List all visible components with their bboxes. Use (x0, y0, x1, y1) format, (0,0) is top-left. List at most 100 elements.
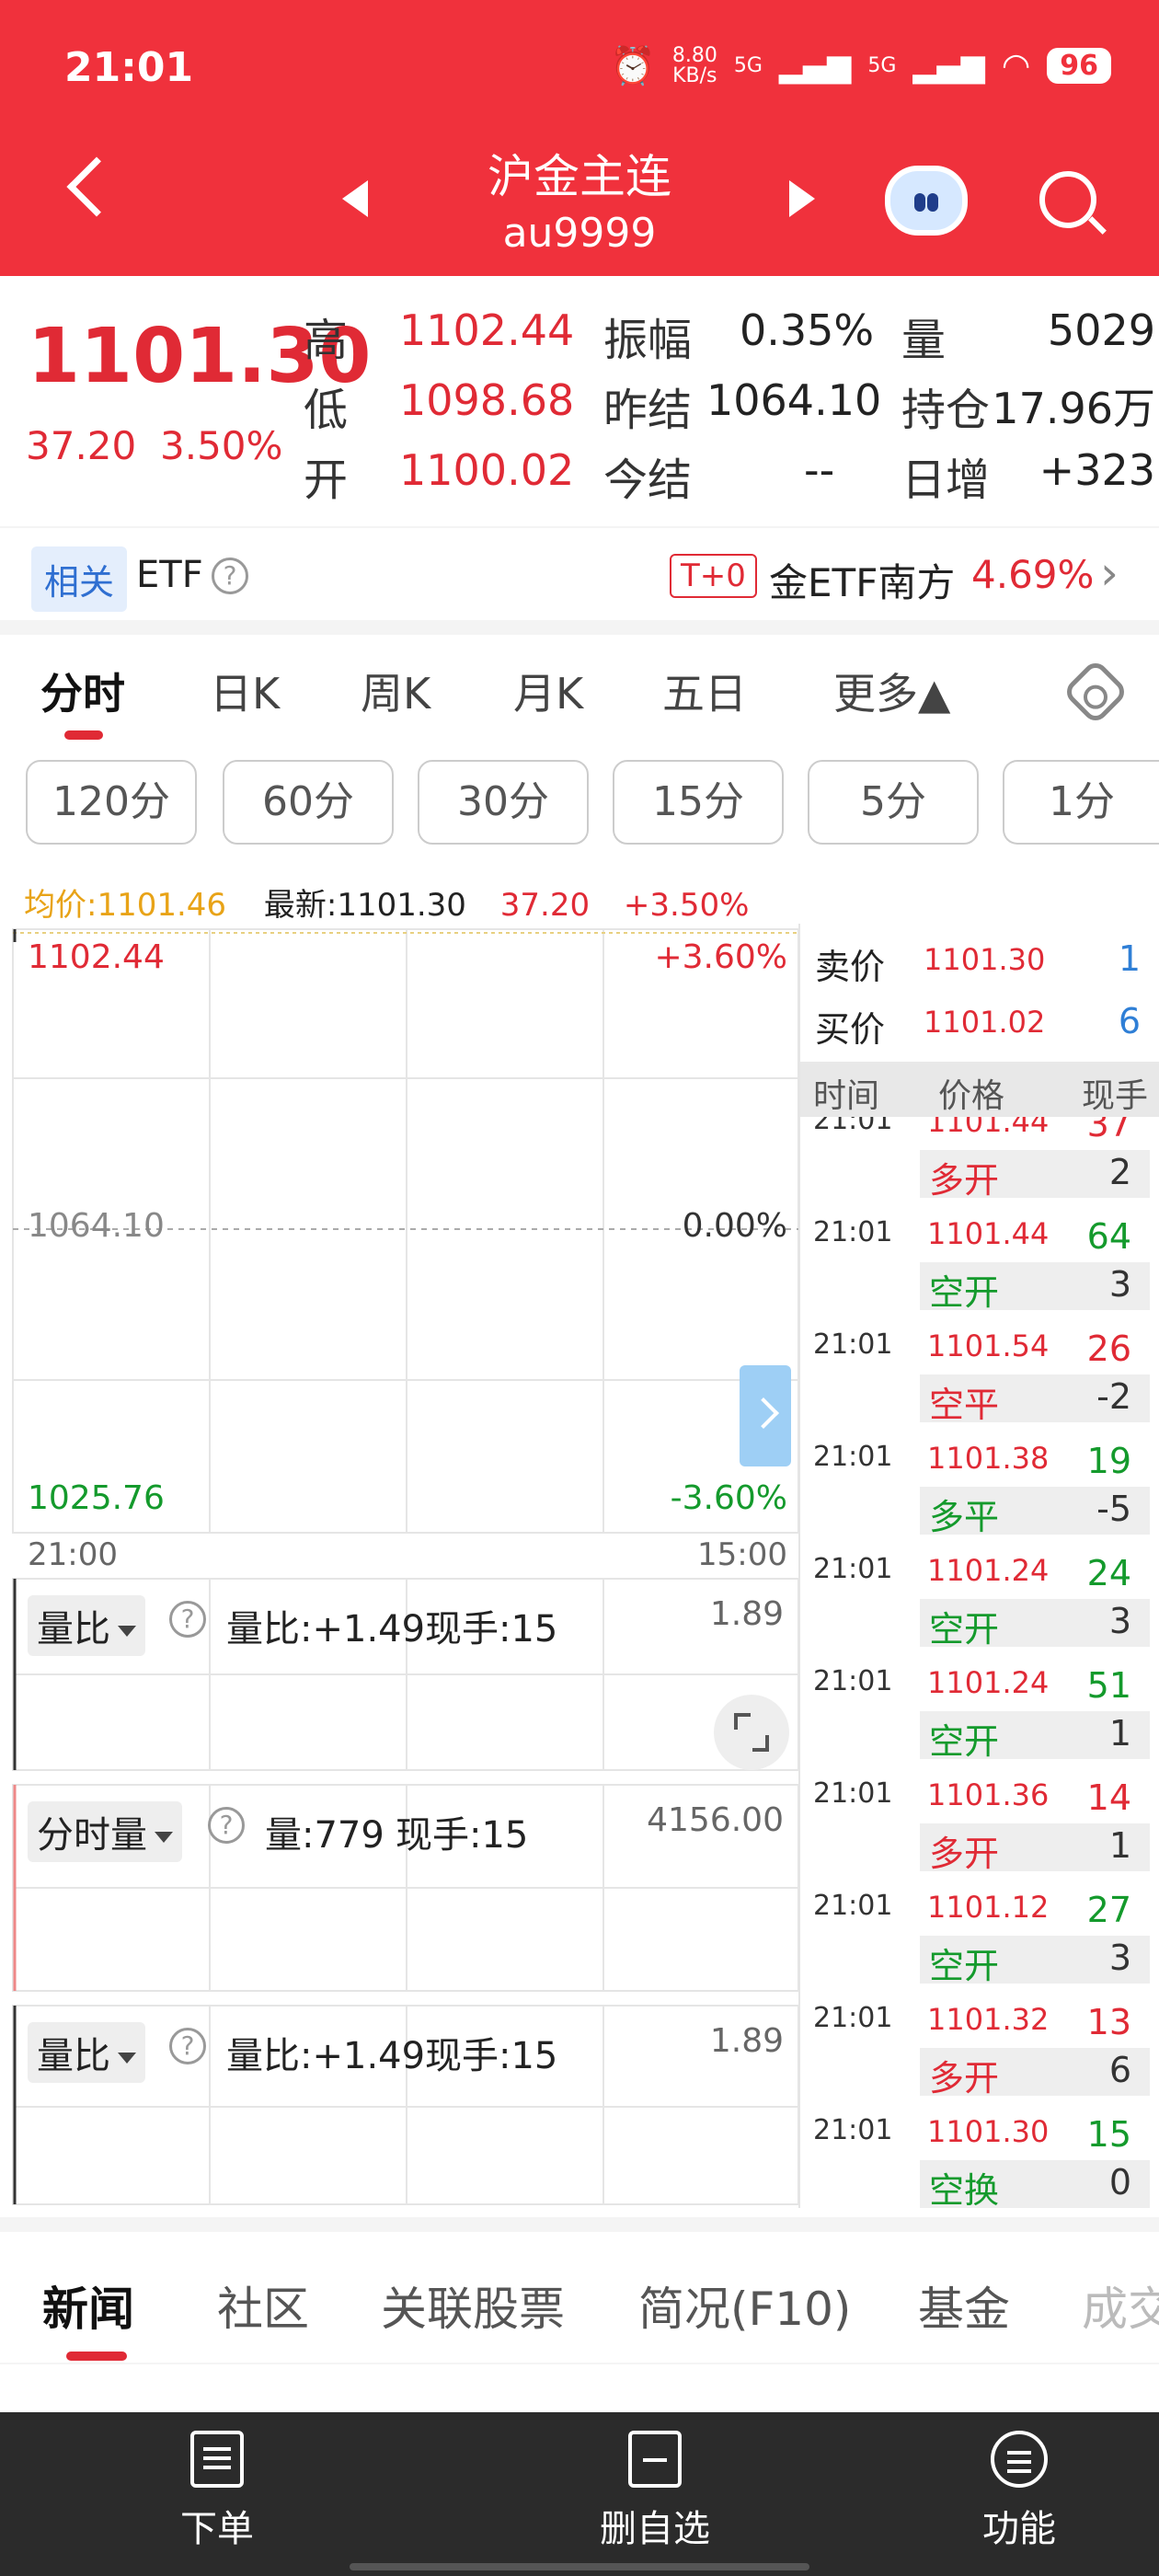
robot-assistant-icon[interactable] (885, 166, 968, 236)
order-button[interactable]: 下单 (107, 2431, 327, 2552)
tab-community[interactable]: 社区 (217, 2272, 309, 2339)
ind3-max: 1.89 (709, 2022, 784, 2060)
tick-volume: 51 (1086, 1665, 1131, 1706)
intraday-chart[interactable] (0, 920, 800, 2208)
tick-hand: 0 (1108, 2162, 1131, 2202)
tick-volume: 15 (1086, 2114, 1131, 2155)
tick-hand: 1 (1108, 1713, 1131, 1754)
interval-1m[interactable]: 1分 (1003, 760, 1159, 845)
tick-time: 21:01 (813, 1777, 893, 1810)
interval-60m[interactable]: 60分 (223, 760, 394, 845)
tick-row: 21:01 1101.24 24 空开 3 (800, 1553, 1150, 1665)
tick-type: 空换 (929, 2170, 1000, 2208)
tab-more[interactable]: 更多▲ (833, 661, 950, 721)
next-contract-icon[interactable] (789, 180, 815, 217)
signal-bars-icon-2: ▂▄▆ (912, 47, 985, 85)
tab-five-day[interactable]: 五日 (662, 661, 747, 721)
help-icon[interactable]: ? (212, 558, 248, 594)
related-tag: 相关 (31, 546, 128, 612)
signal-bars-icon: ▂▄▆ (778, 47, 852, 85)
high-label: 高 (304, 315, 349, 366)
ind2-select[interactable]: 分时量 (28, 1801, 182, 1862)
pct-axis-mid: 0.00% (682, 1207, 787, 1245)
back-icon[interactable] (66, 156, 127, 217)
etf-label: ETF (136, 554, 203, 596)
tick-hand: -2 (1096, 1376, 1131, 1417)
tab-active-underline (64, 730, 103, 740)
expand-panel-button[interactable] (740, 1365, 791, 1466)
net-speed: 8.80 KB/s (671, 43, 717, 87)
etf-pct: 4.69% (971, 552, 1095, 597)
tick-time: 21:01 (813, 2114, 893, 2146)
high-value: 1102.44 (399, 305, 575, 355)
related-etf-row[interactable]: 相关 ETF ? T+0 金ETF南方 4.69% › (0, 528, 1159, 620)
ind1-help-icon[interactable]: ? (169, 1601, 206, 1638)
tick-row: 21:01 1101.32 13 多开 6 (800, 2002, 1150, 2114)
amplitude-label: 振幅 (603, 315, 693, 366)
tick-list[interactable]: 21:01 1101.44 37 多开 2 21:01 1101.44 64 空开 3 21:01 1… (800, 1117, 1159, 2208)
tick-type: 多平 (929, 1497, 1000, 1537)
tab-trade[interactable]: 成交 (1082, 2272, 1159, 2339)
tick-row: 21:01 1101.24 51 空开 1 (800, 1665, 1150, 1777)
ind3-select[interactable]: 量比 (28, 2022, 145, 2083)
interval-5m[interactable]: 5分 (808, 760, 979, 845)
tick-price: 1101.24 (927, 1553, 1050, 1588)
ind3-help-icon[interactable]: ? (169, 2028, 206, 2064)
ind3-text1: 量比:+1.49 (226, 2035, 426, 2077)
ask-volume: 1 (1118, 938, 1141, 979)
caret-down-icon (155, 1832, 173, 1843)
tick-hand: 2 (1108, 1152, 1131, 1192)
function-button[interactable]: 功能 (909, 2431, 1130, 2552)
tab-related-stocks[interactable]: 关联股票 (381, 2272, 565, 2339)
prev-settle-label: 昨结 (603, 385, 693, 436)
chevron-right-icon[interactable]: › (1100, 546, 1119, 600)
tick-type: 多开 (929, 1160, 1000, 1201)
signal-5g-icon-2: 5G (867, 54, 897, 77)
settings-icon[interactable] (1061, 658, 1130, 726)
fullscreen-icon[interactable] (714, 1695, 789, 1770)
ind2-help-icon[interactable]: ? (208, 1807, 245, 1844)
t0-badge: T+0 (670, 554, 757, 598)
tick-time: 21:01 (813, 1890, 893, 1922)
tick-row: 21:01 1101.44 37 多开 2 (800, 1117, 1150, 1216)
tab-monthly-k[interactable]: 月K (513, 661, 583, 721)
tab-fund[interactable]: 基金 (918, 2272, 1010, 2339)
etf-name: 金ETF南方 (769, 560, 956, 605)
remove-watchlist-button[interactable]: 删自选 (545, 2431, 765, 2552)
wifi-icon: ◠ (1001, 47, 1031, 85)
tab-weekly-k[interactable]: 周K (361, 661, 430, 721)
tab-news[interactable]: 新闻 (42, 2272, 134, 2339)
news-tab-underline (66, 2352, 127, 2361)
tick-hand: 3 (1108, 1938, 1131, 1978)
low-value: 1098.68 (399, 375, 575, 425)
tab-intraday[interactable]: 分时 (40, 661, 125, 721)
tick-type: 空开 (929, 1946, 1000, 1986)
interval-30m[interactable]: 30分 (418, 760, 589, 845)
tick-time: 21:01 (813, 1216, 893, 1248)
ind1-text2: 现手:15 (425, 1608, 558, 1650)
interval-15m[interactable]: 15分 (613, 760, 784, 845)
tab-f10[interactable]: 简况(F10) (638, 2272, 851, 2339)
interval-120m[interactable]: 120分 (26, 760, 197, 845)
tick-time: 21:01 (813, 1553, 893, 1585)
tick-volume: 26 (1086, 1328, 1131, 1369)
open-interest-label: 持仓 (901, 385, 991, 436)
tick-volume: 37 (1086, 1117, 1131, 1144)
open-value: 1100.02 (399, 445, 575, 495)
search-icon[interactable] (1039, 171, 1096, 228)
volume-label: 量 (901, 315, 947, 366)
tick-volume: 64 (1086, 1216, 1131, 1257)
tick-hand: 3 (1108, 1601, 1131, 1641)
tick-price: 1101.44 (927, 1216, 1050, 1251)
tick-price: 1101.24 (927, 1665, 1050, 1700)
ind1-select[interactable]: 量比 (28, 1595, 145, 1656)
price-change-pct: 3.50% (160, 423, 283, 468)
tab-daily-k[interactable]: 日K (210, 661, 280, 721)
pct-axis-top: +3.60% (654, 938, 787, 976)
alarm-icon: ⏰ (610, 45, 656, 87)
tick-hand: 3 (1108, 1264, 1131, 1305)
tick-hand: -5 (1096, 1489, 1131, 1529)
prev-contract-icon[interactable] (342, 180, 368, 217)
ind1-text1: 量比:+1.49 (226, 1608, 426, 1650)
open-label: 开 (304, 454, 349, 506)
